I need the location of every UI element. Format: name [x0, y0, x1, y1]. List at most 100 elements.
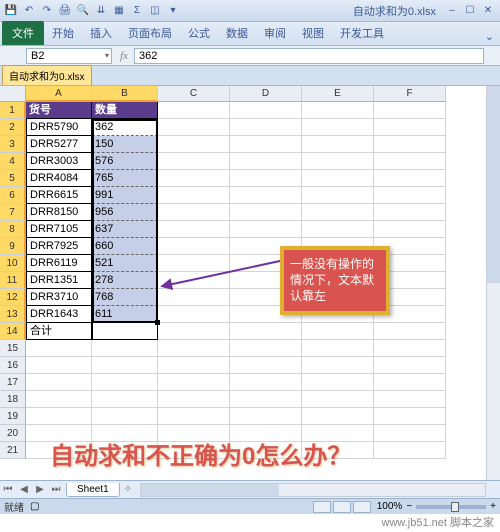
cell-B15[interactable] [92, 340, 158, 357]
cell-E3[interactable] [302, 136, 374, 153]
cell-C15[interactable] [158, 340, 230, 357]
cell-E18[interactable] [302, 391, 374, 408]
name-box-dropdown-icon[interactable]: ▾ [105, 51, 109, 60]
row-header-14[interactable]: 14 [0, 323, 26, 340]
cell-F21[interactable] [374, 442, 446, 459]
row-header-7[interactable]: 7 [0, 204, 26, 221]
cell-C19[interactable] [158, 408, 230, 425]
cell-E6[interactable] [302, 187, 374, 204]
cell-C16[interactable] [158, 357, 230, 374]
save-icon[interactable]: 💾 [4, 4, 18, 18]
view-page-break-button[interactable] [353, 501, 371, 513]
cell-E1[interactable] [302, 102, 374, 119]
cell-C13[interactable] [158, 306, 230, 323]
sheet-nav-first-icon[interactable]: ⏮ [0, 484, 16, 495]
col-header-F[interactable]: F [374, 86, 446, 102]
sheet-nav-next-icon[interactable]: ▶ [32, 484, 48, 495]
cell-B11[interactable]: 278 [92, 272, 158, 289]
col-header-B[interactable]: B [92, 86, 158, 102]
cell-D1[interactable] [230, 102, 302, 119]
cell-F16[interactable] [374, 357, 446, 374]
zoom-in-button[interactable]: + [490, 501, 496, 512]
ribbon-collapse-icon[interactable]: ⌄ [479, 28, 500, 45]
cell-D4[interactable] [230, 153, 302, 170]
cell-E4[interactable] [302, 153, 374, 170]
cell-B14[interactable] [92, 323, 158, 340]
tab-page-layout[interactable]: 页面布局 [120, 21, 180, 45]
cell-C12[interactable] [158, 289, 230, 306]
cell-E7[interactable] [302, 204, 374, 221]
row-header-8[interactable]: 8 [0, 221, 26, 238]
new-sheet-icon[interactable]: ✧ [124, 484, 132, 495]
row-header-13[interactable]: 13 [0, 306, 26, 323]
cell-C6[interactable] [158, 187, 230, 204]
tab-insert[interactable]: 插入 [82, 21, 120, 45]
cell-F20[interactable] [374, 425, 446, 442]
cell-C5[interactable] [158, 170, 230, 187]
cell-C7[interactable] [158, 204, 230, 221]
cell-C4[interactable] [158, 153, 230, 170]
cell-B1[interactable]: 数量 [92, 102, 158, 119]
fx-icon[interactable]: fx [120, 50, 128, 62]
sheet-nav-prev-icon[interactable]: ◀ [16, 484, 32, 495]
cell-E19[interactable] [302, 408, 374, 425]
cell-A8[interactable]: DRR7105 [26, 221, 92, 238]
select-all-corner[interactable] [0, 86, 26, 102]
cell-D15[interactable] [230, 340, 302, 357]
cell-B3[interactable]: 150 [92, 136, 158, 153]
chart-icon[interactable]: ◫ [148, 4, 162, 18]
redo-icon[interactable]: ↷ [40, 4, 54, 18]
cell-C18[interactable] [158, 391, 230, 408]
cell-D5[interactable] [230, 170, 302, 187]
cell-C17[interactable] [158, 374, 230, 391]
col-header-E[interactable]: E [302, 86, 374, 102]
qat-more-icon[interactable]: ▾ [166, 4, 180, 18]
cell-F3[interactable] [374, 136, 446, 153]
col-header-C[interactable]: C [158, 86, 230, 102]
undo-icon[interactable]: ↶ [22, 4, 36, 18]
cell-F6[interactable] [374, 187, 446, 204]
cell-A6[interactable]: DRR6615 [26, 187, 92, 204]
cell-B9[interactable]: 660 [92, 238, 158, 255]
cell-B12[interactable]: 768 [92, 289, 158, 306]
cell-A13[interactable]: DRR1643 [26, 306, 92, 323]
cell-B4[interactable]: 576 [92, 153, 158, 170]
vertical-scrollbar-thumb[interactable] [487, 86, 500, 283]
cell-D7[interactable] [230, 204, 302, 221]
row-header-16[interactable]: 16 [0, 357, 26, 374]
cell-F2[interactable] [374, 119, 446, 136]
cell-F5[interactable] [374, 170, 446, 187]
cell-F17[interactable] [374, 374, 446, 391]
print-icon[interactable]: 🖨 [58, 4, 72, 18]
cell-D14[interactable] [230, 323, 302, 340]
tab-data[interactable]: 数据 [218, 21, 256, 45]
cell-F19[interactable] [374, 408, 446, 425]
cell-A19[interactable] [26, 408, 92, 425]
sheet-nav-last-icon[interactable]: ⏭ [48, 484, 64, 495]
fill-handle[interactable] [155, 320, 160, 325]
cell-A7[interactable]: DRR8150 [26, 204, 92, 221]
cell-A15[interactable] [26, 340, 92, 357]
cell-A10[interactable]: DRR6119 [26, 255, 92, 272]
cell-E17[interactable] [302, 374, 374, 391]
cell-C10[interactable] [158, 255, 230, 272]
cell-B10[interactable]: 521 [92, 255, 158, 272]
cell-B2[interactable]: 362 [92, 119, 158, 136]
cell-A9[interactable]: DRR7925 [26, 238, 92, 255]
row-header-17[interactable]: 17 [0, 374, 26, 391]
cell-D18[interactable] [230, 391, 302, 408]
cell-A18[interactable] [26, 391, 92, 408]
sheet-tab-active[interactable]: Sheet1 [66, 483, 120, 497]
file-tab[interactable]: 文件 [2, 21, 44, 45]
row-header-5[interactable]: 5 [0, 170, 26, 187]
tab-formulas[interactable]: 公式 [180, 21, 218, 45]
cell-A3[interactable]: DRR5277 [26, 136, 92, 153]
cell-C2[interactable] [158, 119, 230, 136]
cell-B7[interactable]: 956 [92, 204, 158, 221]
zoom-out-button[interactable]: − [406, 501, 412, 512]
view-normal-button[interactable] [313, 501, 331, 513]
cell-C11[interactable] [158, 272, 230, 289]
cell-D17[interactable] [230, 374, 302, 391]
cell-F15[interactable] [374, 340, 446, 357]
cell-B17[interactable] [92, 374, 158, 391]
